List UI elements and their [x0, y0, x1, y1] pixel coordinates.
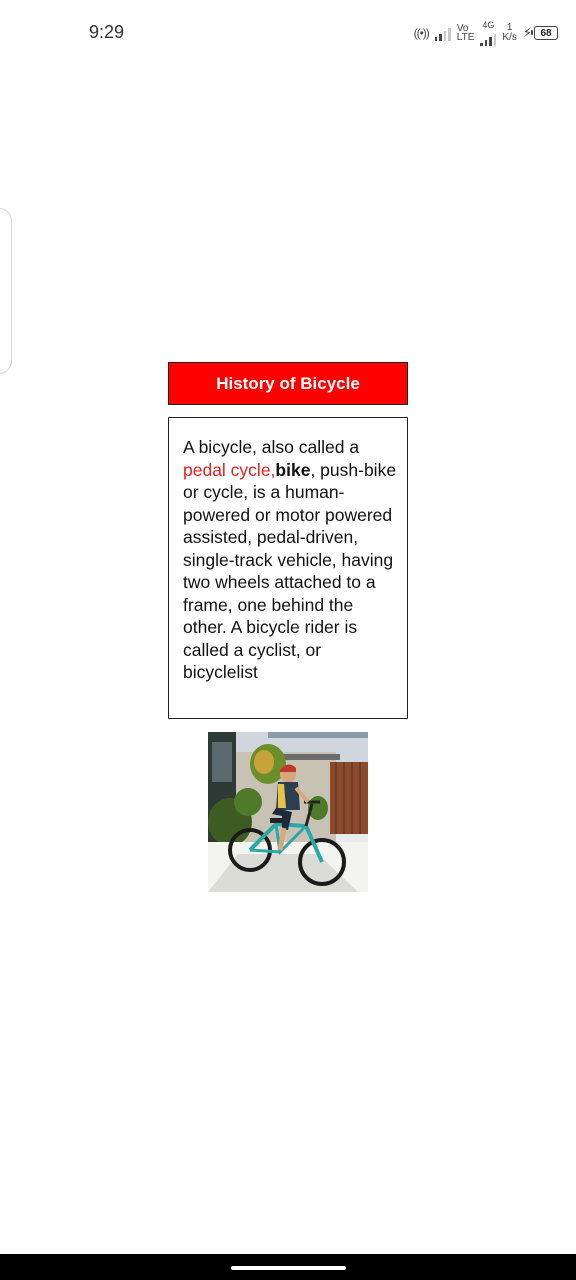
status-icons: ((•)) Vo LTE 4G 1 K/s ⚡ 68 [414, 20, 558, 46]
article-title-text: History of Bicycle [216, 373, 360, 393]
bicycle-photo [208, 732, 368, 892]
battery-level: 68 [540, 27, 552, 39]
home-indicator[interactable] [231, 1266, 346, 1270]
network-generation: 4G [482, 19, 495, 30]
body-highlight-text: pedal cycle, [183, 459, 276, 480]
battery-indicator: ⚡ 68 [523, 25, 558, 41]
body-text-intro: A bicycle, also called a [183, 437, 360, 457]
signal-strength-icon-2 [480, 30, 497, 46]
status-bar: 9:29 ((•)) Vo LTE 4G 1 K/s ⚡ 68 [0, 0, 576, 64]
network-type-bottom: LTE [456, 32, 475, 43]
body-bold-text: bike [275, 459, 311, 480]
signal-strength-icon [434, 25, 451, 41]
network-speed-unit: K/s [502, 32, 517, 43]
article-body: A bicycle, also called a pedal cycle,bik… [168, 417, 408, 719]
edge-panel-handle[interactable] [0, 208, 12, 374]
network-speed: 1 K/s [502, 23, 516, 43]
body-text-rest: , push-bike or cycle, is a human-powered… [183, 459, 397, 683]
status-time: 9:29 [89, 22, 125, 42]
hotspot-icon: ((•)) [413, 26, 430, 40]
battery-icon: 68 [531, 26, 558, 40]
bicycle-photo-illustration [208, 732, 368, 892]
network-type: Vo LTE [456, 24, 475, 43]
article-title: History of Bicycle [168, 362, 408, 405]
navigation-bar [0, 1254, 576, 1280]
